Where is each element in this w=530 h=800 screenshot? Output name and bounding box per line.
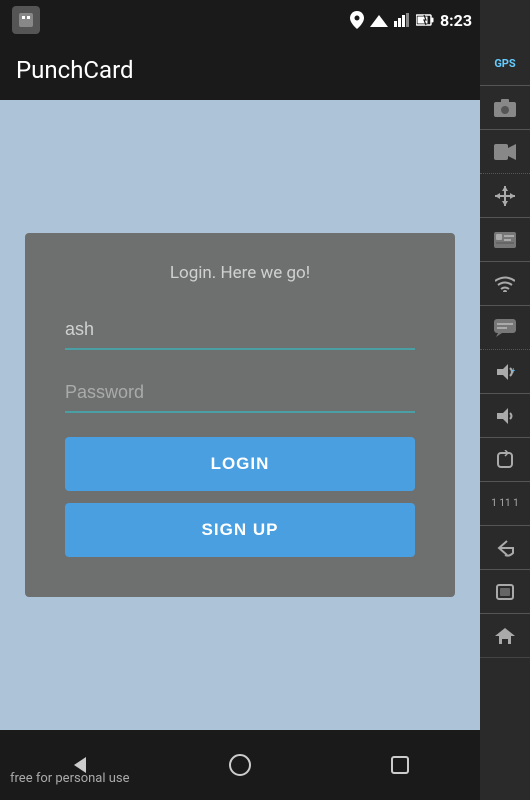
layers-sidebar-icon[interactable] [480, 578, 530, 614]
chat-sidebar-icon[interactable] [480, 314, 530, 350]
nav-bar: free for personal use [0, 730, 480, 800]
app-title: PunchCard [16, 56, 134, 84]
screen-wrapper: 8:23 PunchCard Login. Here we go! LOGIN … [0, 0, 530, 800]
status-bar-right: 8:23 [350, 11, 472, 30]
main-content: Login. Here we go! LOGIN SIGN UP [0, 100, 480, 730]
location-icon [350, 11, 364, 29]
battery-icon [416, 14, 434, 26]
login-subtitle: Login. Here we go! [170, 263, 310, 283]
video-sidebar-icon[interactable] [480, 138, 530, 174]
back-sidebar-icon[interactable] [480, 534, 530, 570]
gps-sidebar-icon[interactable]: GPS [480, 50, 530, 86]
svg-text:+: + [511, 366, 515, 375]
bars-icon [394, 13, 410, 27]
app-icon [12, 6, 40, 34]
nav-home-button[interactable] [215, 740, 265, 790]
rotate-sidebar-icon[interactable] [480, 446, 530, 482]
status-bar: 8:23 [0, 0, 480, 40]
signup-button[interactable]: SIGN UP [65, 503, 415, 557]
login-card: Login. Here we go! LOGIN SIGN UP [25, 233, 455, 597]
move-sidebar-icon[interactable] [480, 182, 530, 218]
camera-sidebar-icon[interactable] [480, 94, 530, 130]
login-button[interactable]: LOGIN [65, 437, 415, 491]
home-sidebar-icon[interactable] [480, 622, 530, 658]
password-input[interactable] [65, 374, 415, 413]
wifi-sidebar-icon[interactable] [480, 270, 530, 306]
left-panel: 8:23 PunchCard Login. Here we go! LOGIN … [0, 0, 480, 800]
status-bar-left [12, 6, 40, 34]
nav-recents-button[interactable] [375, 740, 425, 790]
username-input[interactable] [65, 311, 415, 350]
right-sidebar: GPS [480, 0, 530, 800]
signal-icon [370, 13, 388, 27]
id-sidebar-icon[interactable] [480, 226, 530, 262]
status-time: 8:23 [440, 11, 472, 30]
number-sidebar-icon[interactable]: 1 1 1 1 [480, 490, 530, 526]
app-header: PunchCard [0, 40, 480, 100]
volume-up-sidebar-icon[interactable]: + [480, 358, 530, 394]
volume-down-sidebar-icon[interactable] [480, 402, 530, 438]
bottom-text: free for personal use [10, 771, 130, 786]
